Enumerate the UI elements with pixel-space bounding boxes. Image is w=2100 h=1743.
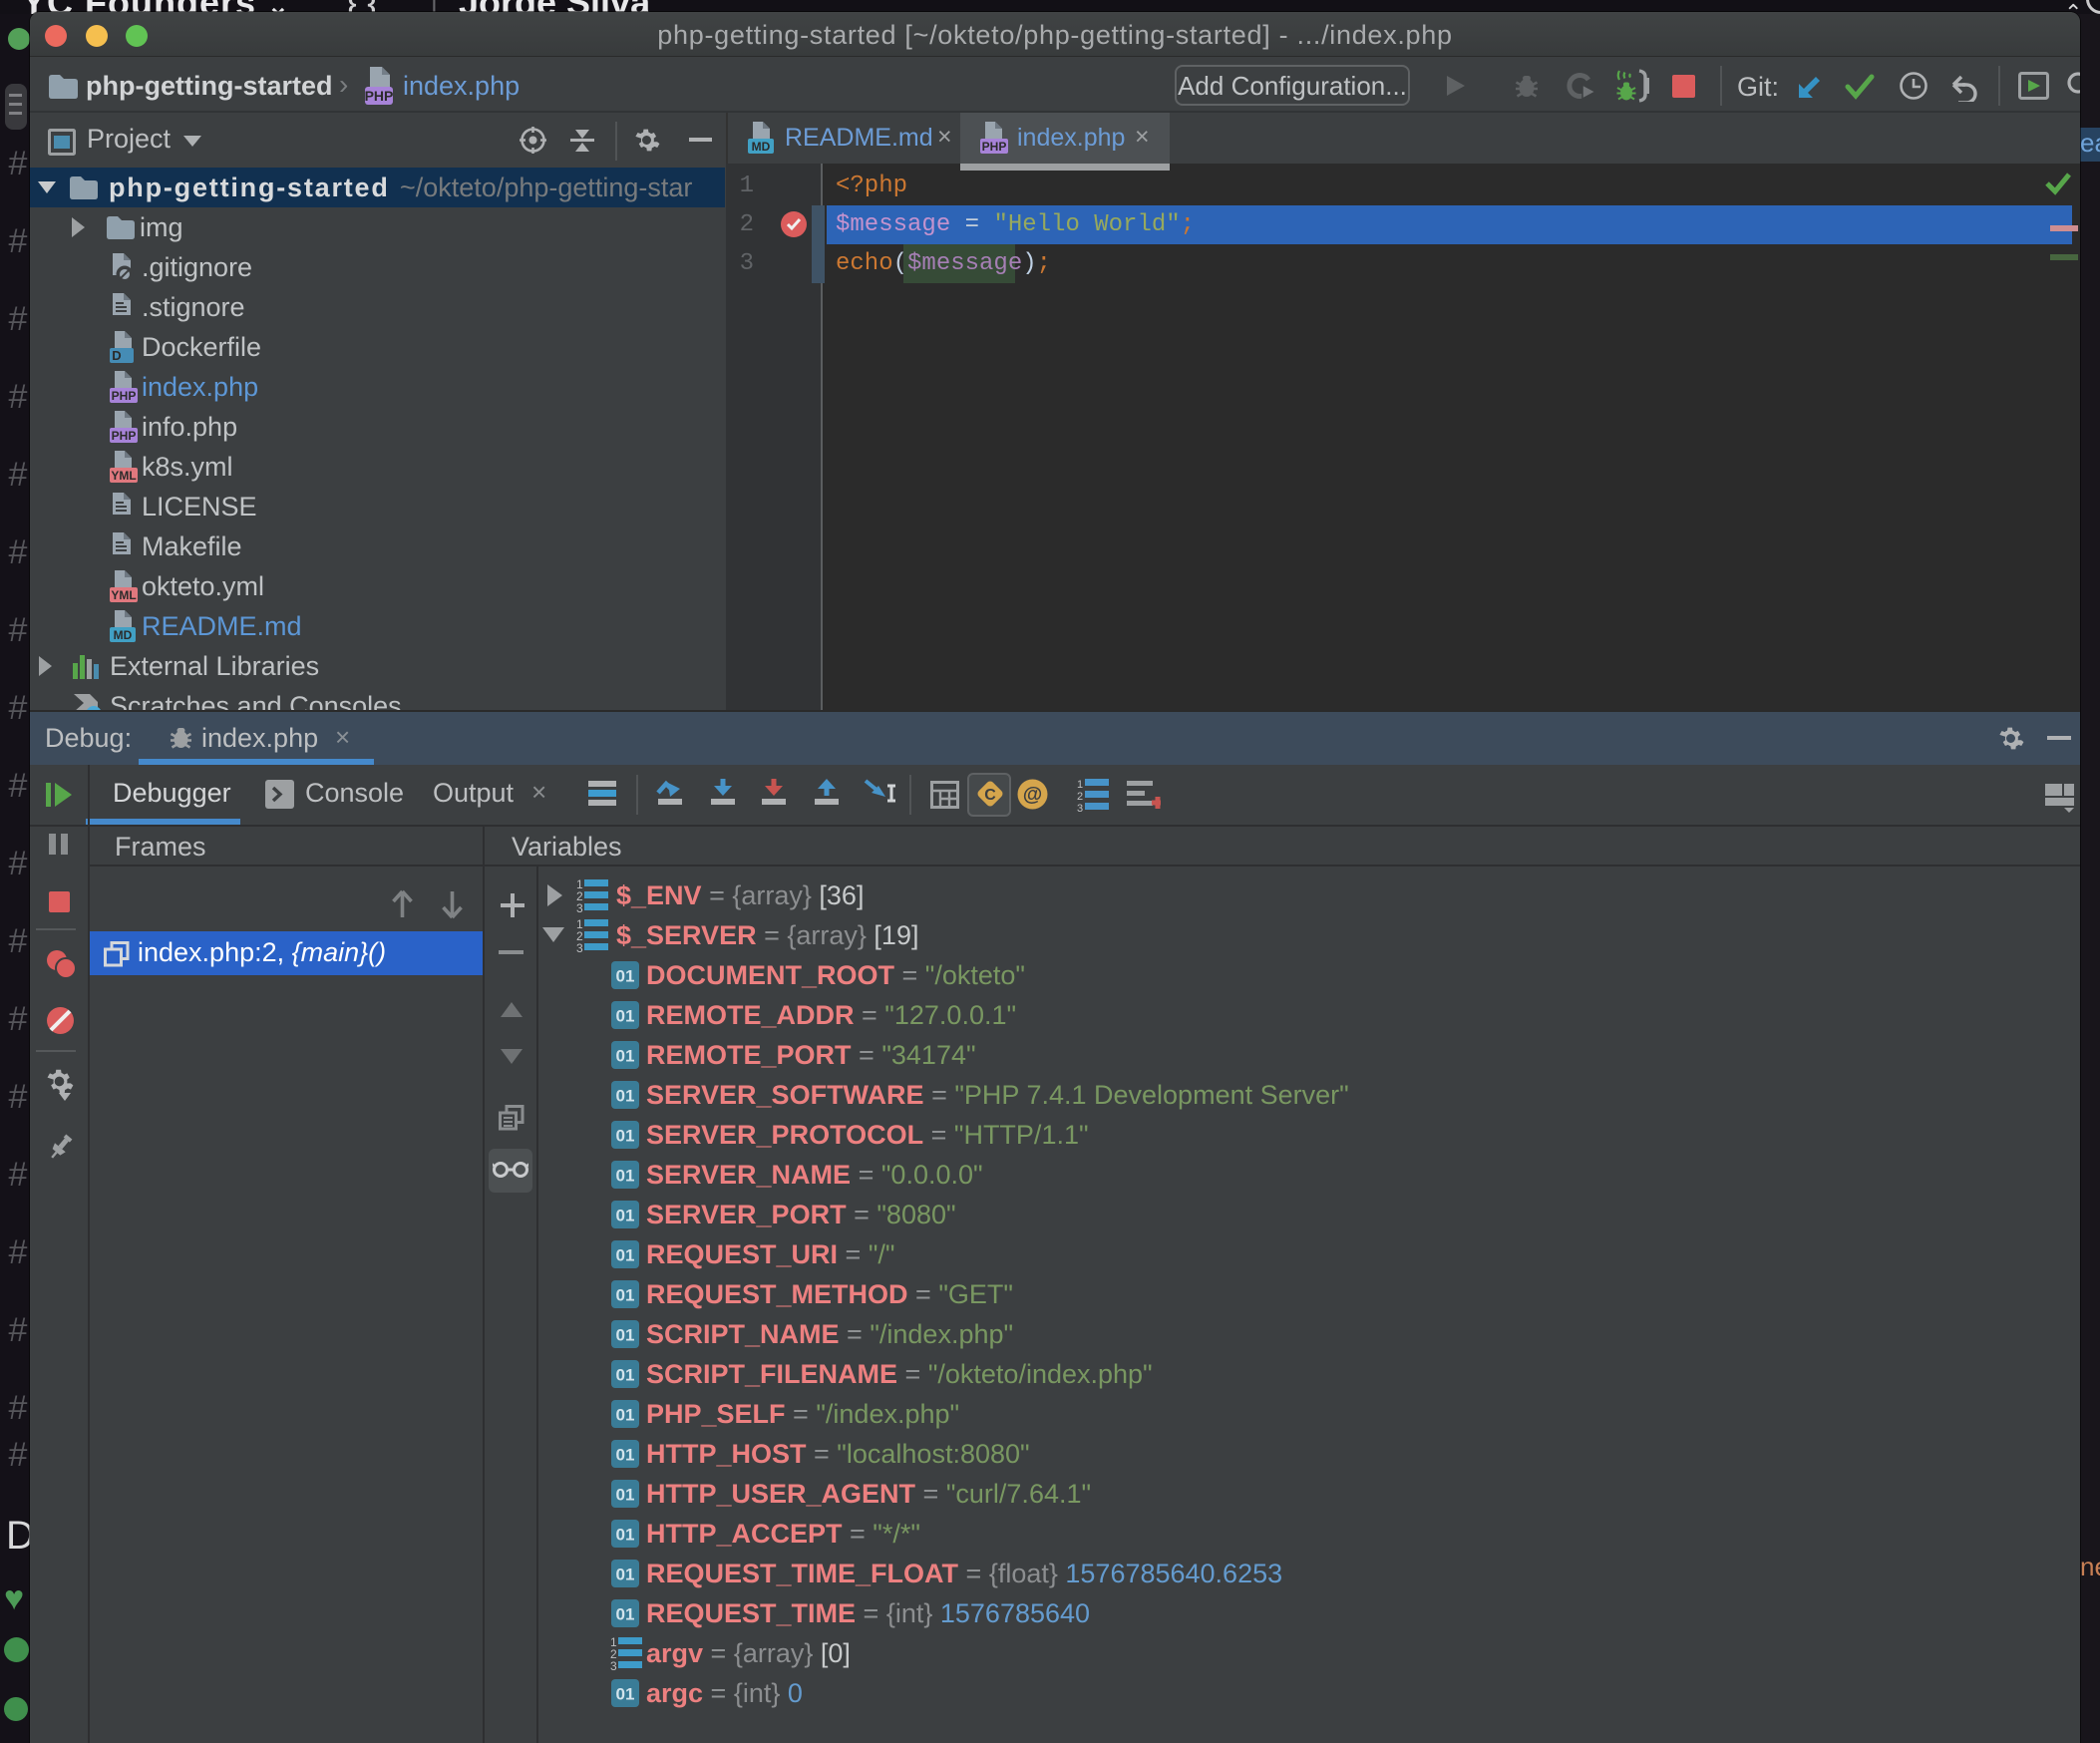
svg-text:01: 01: [616, 1167, 635, 1186]
svg-text:D: D: [112, 348, 121, 363]
svg-text:01: 01: [616, 967, 635, 986]
svg-text:01: 01: [616, 1526, 635, 1545]
svg-text:C: C: [984, 787, 996, 804]
svg-text:YML: YML: [111, 588, 136, 602]
svg-text:MD: MD: [752, 140, 771, 154]
svg-text:PHP: PHP: [112, 389, 137, 403]
svg-text:01: 01: [616, 1047, 635, 1066]
svg-text:01: 01: [616, 1286, 635, 1305]
svg-text:MD: MD: [114, 628, 133, 642]
svg-text:PHP: PHP: [112, 429, 137, 443]
svg-text:01: 01: [616, 1605, 635, 1624]
svg-text:YML: YML: [111, 469, 136, 483]
svg-text:PHP: PHP: [365, 88, 394, 104]
svg-text:01: 01: [616, 1087, 635, 1106]
svg-text:01: 01: [616, 1406, 635, 1425]
svg-text:01: 01: [616, 1566, 635, 1584]
svg-text:01: 01: [616, 1127, 635, 1146]
svg-text:01: 01: [616, 1685, 635, 1704]
svg-text:3: 3: [610, 1659, 617, 1670]
svg-text:01: 01: [616, 1326, 635, 1345]
svg-text:3: 3: [1077, 803, 1083, 813]
svg-text:01: 01: [616, 1366, 635, 1385]
svg-text:01: 01: [616, 1207, 635, 1225]
svg-text:3: 3: [576, 901, 583, 912]
svg-text:01: 01: [616, 1486, 635, 1505]
svg-text:01: 01: [616, 1446, 635, 1465]
svg-text:@: @: [1023, 784, 1043, 806]
svg-text:1: 1: [1077, 779, 1083, 791]
svg-text:01: 01: [616, 1246, 635, 1265]
svg-text:3: 3: [576, 941, 583, 952]
svg-text:01: 01: [616, 1007, 635, 1026]
svg-text:PHP: PHP: [982, 140, 1007, 154]
svg-text:2: 2: [1077, 791, 1083, 803]
